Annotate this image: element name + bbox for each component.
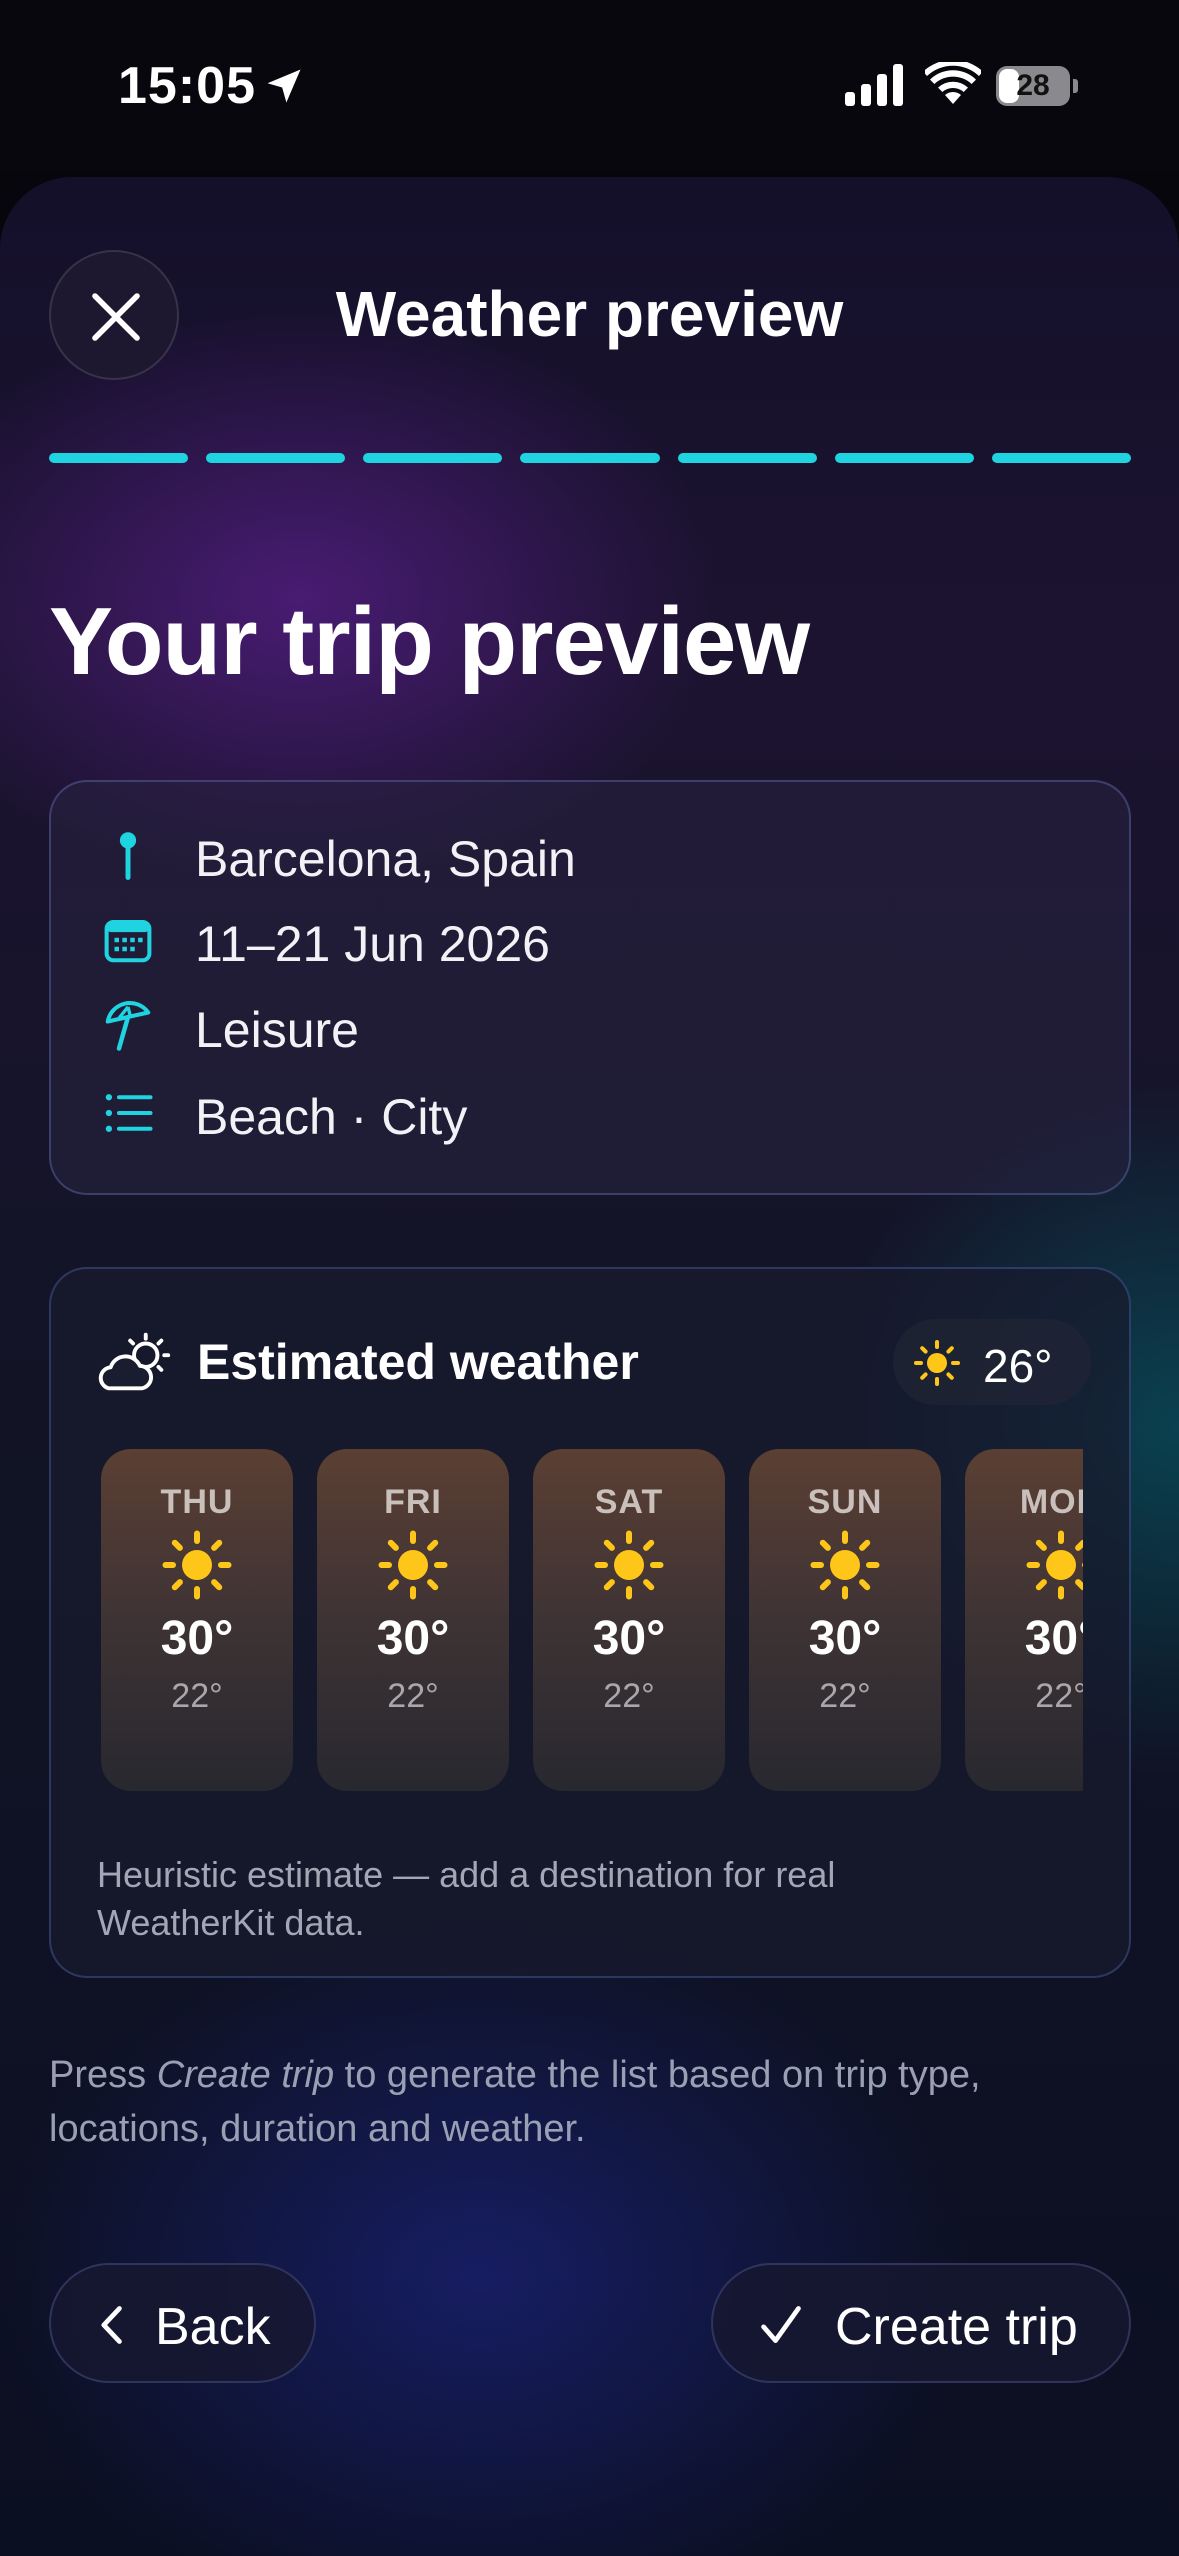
partly-cloudy-icon bbox=[98, 1332, 171, 1391]
summary-dates: 11–21 Jun 2026 bbox=[195, 916, 550, 972]
list-icon bbox=[105, 1094, 153, 1132]
current-temp: 26° bbox=[983, 1340, 1053, 1392]
day-high: 30° bbox=[376, 1612, 450, 1665]
summary-activities: Beach · City bbox=[195, 1089, 468, 1145]
create-trip-hint: Press Create trip to generate the list b… bbox=[49, 2048, 1139, 2156]
daily-forecast-scroller[interactable]: THU 30° 22° FRI 30° 22° SAT 30° 22° SUN … bbox=[101, 1449, 1083, 1791]
status-bar: 15:05 28 bbox=[0, 0, 1179, 170]
progress-step bbox=[520, 453, 660, 463]
summary-row-trip-type: Leisure bbox=[51, 991, 1129, 1061]
forecast-day: SUN 30° 22° bbox=[749, 1449, 941, 1791]
day-low: 22° bbox=[171, 1677, 223, 1715]
summary-row-dates: 11–21 Jun 2026 bbox=[51, 905, 1129, 975]
current-temp-badge: 26° bbox=[893, 1319, 1091, 1405]
summary-trip-type: Leisure bbox=[195, 1002, 359, 1058]
battery-level: 28 bbox=[1016, 69, 1050, 102]
location-arrow-icon bbox=[267, 69, 301, 103]
battery-icon: 28 bbox=[996, 66, 1078, 106]
day-high: 30° bbox=[592, 1612, 666, 1665]
weather-preview-sheet: Weather preview Your trip preview Barcel… bbox=[0, 177, 1179, 2556]
back-button[interactable]: Back bbox=[49, 2263, 316, 2383]
day-low: 22° bbox=[1035, 1677, 1083, 1715]
sun-icon bbox=[810, 1530, 880, 1600]
forecast-day: FRI 30° 22° bbox=[317, 1449, 509, 1791]
progress-step bbox=[991, 453, 1131, 463]
hero-title: Your trip preview bbox=[49, 588, 810, 695]
day-low: 22° bbox=[603, 1677, 655, 1715]
trip-summary-card: Barcelona, Spain 11–21 Jun 2026 Leisure bbox=[49, 780, 1131, 1195]
summary-row-activities: Beach · City bbox=[51, 1078, 1129, 1148]
calendar-icon bbox=[104, 919, 152, 963]
sun-icon bbox=[162, 1530, 232, 1600]
sun-icon bbox=[378, 1530, 448, 1600]
day-high: 30° bbox=[160, 1612, 234, 1665]
back-label: Back bbox=[155, 2298, 271, 2356]
sun-icon bbox=[1026, 1530, 1083, 1600]
forecast-day: SAT 30° 22° bbox=[533, 1449, 725, 1791]
beach-umbrella-icon bbox=[105, 1001, 151, 1051]
hint-emphasis: Create trip bbox=[156, 2054, 335, 2096]
page-title: Weather preview bbox=[335, 278, 844, 350]
summary-row-location: Barcelona, Spain bbox=[51, 820, 1129, 890]
progress-step bbox=[49, 453, 189, 463]
day-name: FRI bbox=[384, 1483, 442, 1521]
wifi-icon bbox=[925, 62, 981, 104]
create-trip-button[interactable]: Create trip bbox=[711, 2263, 1131, 2383]
day-name: SUN bbox=[807, 1483, 883, 1521]
day-name: THU bbox=[160, 1483, 234, 1521]
forecast-day: MON 30° 22° bbox=[965, 1449, 1083, 1791]
progress-step bbox=[677, 453, 817, 463]
progress-step bbox=[206, 453, 346, 463]
summary-location: Barcelona, Spain bbox=[195, 831, 576, 887]
cellular-signal-icon bbox=[845, 64, 903, 106]
day-high: 30° bbox=[808, 1612, 882, 1665]
forecast-day: THU 30° 22° bbox=[101, 1449, 293, 1791]
day-high: 30° bbox=[1024, 1612, 1083, 1665]
progress-step bbox=[363, 453, 503, 463]
status-time: 15:05 bbox=[118, 57, 256, 115]
chevron-left-icon bbox=[101, 2306, 122, 2344]
hint-prefix: Press bbox=[49, 2054, 157, 2096]
step-progress-bar bbox=[49, 453, 1131, 463]
weather-note: Heuristic estimate — add a destination f… bbox=[97, 1854, 836, 1943]
create-trip-label: Create trip bbox=[835, 2298, 1078, 2356]
sun-icon bbox=[594, 1530, 664, 1600]
weather-title: Estimated weather bbox=[197, 1334, 639, 1390]
checkmark-icon bbox=[761, 2306, 801, 2343]
estimated-weather-card: Estimated weather 26° THU 30° 22° FRI 30… bbox=[49, 1267, 1131, 1978]
day-name: MON bbox=[1019, 1483, 1083, 1521]
sun-icon bbox=[914, 1340, 960, 1386]
day-name: SAT bbox=[594, 1483, 664, 1521]
map-pin-icon bbox=[119, 832, 137, 880]
day-low: 22° bbox=[819, 1677, 871, 1715]
progress-step bbox=[834, 453, 974, 463]
day-low: 22° bbox=[387, 1677, 439, 1715]
